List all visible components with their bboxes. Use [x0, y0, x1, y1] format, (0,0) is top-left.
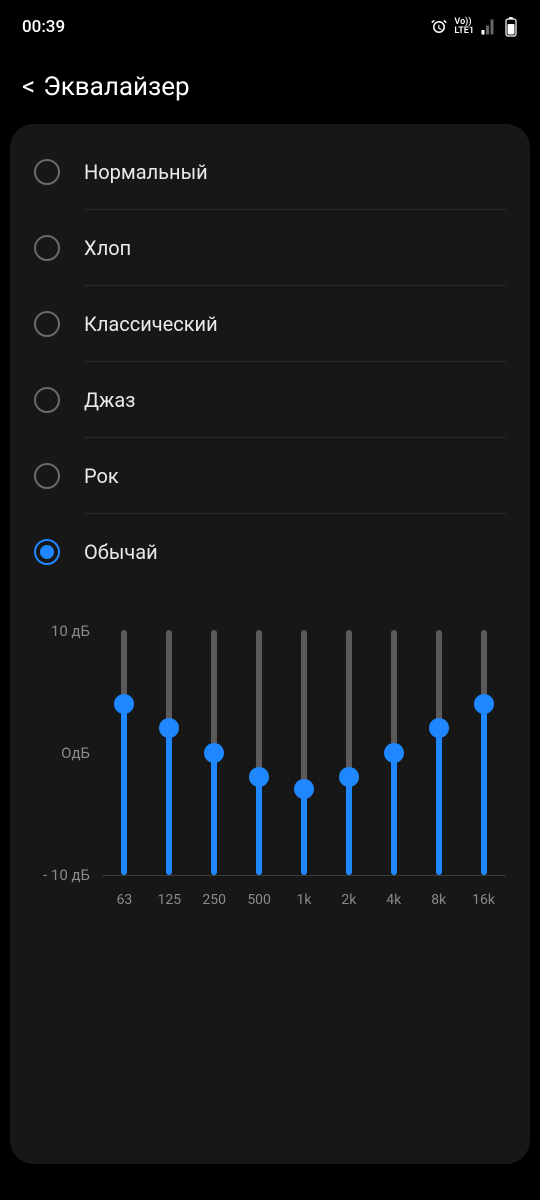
- alarm-icon: [430, 18, 448, 36]
- eq-x-axis-labels: 631252505001k2k4k8k16k: [102, 884, 506, 910]
- eq-xlabel-8k: 8k: [416, 884, 461, 910]
- eq-fill: [346, 777, 352, 875]
- eq-slider-63[interactable]: [102, 630, 147, 875]
- eq-slider-1k[interactable]: [282, 630, 327, 875]
- radio-icon: [34, 539, 60, 565]
- eq-track: [166, 630, 172, 875]
- eq-slider-250[interactable]: [192, 630, 237, 875]
- eq-fill: [166, 728, 172, 875]
- eq-slider-handle[interactable]: [429, 718, 449, 738]
- eq-slider-handle[interactable]: [384, 743, 404, 763]
- eq-track: [346, 630, 352, 875]
- eq-track: [391, 630, 397, 875]
- radio-icon: [34, 463, 60, 489]
- eq-fill: [301, 789, 307, 875]
- volte-indicator: Vo)) LTE1: [454, 18, 474, 36]
- eq-slider-handle[interactable]: [204, 743, 224, 763]
- preset-label: Нормальный: [84, 160, 208, 184]
- eq-slider-handle[interactable]: [249, 767, 269, 787]
- eq-slider-handle[interactable]: [339, 767, 359, 787]
- preset-item-0[interactable]: Нормальный: [10, 134, 530, 210]
- eq-slider-handle[interactable]: [159, 718, 179, 738]
- eq-y-axis-labels: 10 дБ OдБ - 10 дБ: [34, 630, 102, 876]
- status-time: 00:39: [22, 17, 65, 37]
- radio-icon: [34, 311, 60, 337]
- radio-icon: [34, 235, 60, 261]
- eq-slider-handle[interactable]: [474, 694, 494, 714]
- status-icons: Vo)) LTE1: [430, 17, 518, 37]
- eq-fill: [391, 753, 397, 876]
- back-button[interactable]: <: [22, 72, 35, 102]
- eq-xlabel-1k: 1k: [282, 884, 327, 910]
- preset-item-5[interactable]: Обычай: [10, 514, 530, 590]
- battery-icon: [504, 17, 518, 37]
- preset-item-1[interactable]: Хлоп: [10, 210, 530, 286]
- preset-list: Нормальный Хлоп Классический Джаз Рок Обычай: [10, 134, 530, 590]
- preset-item-2[interactable]: Классический: [10, 286, 530, 362]
- eq-xlabel-16k: 16k: [461, 884, 506, 910]
- equalizer-card: НормальныйХлопКлассическийДжазРокОбычай …: [10, 124, 530, 1164]
- eq-xlabel-125: 125: [147, 884, 192, 910]
- eq-fill: [256, 777, 262, 875]
- eq-slider-8k[interactable]: [416, 630, 461, 875]
- eq-fill: [121, 704, 127, 876]
- status-bar: 00:39 Vo)) LTE1: [0, 0, 540, 44]
- radio-icon: [34, 387, 60, 413]
- eq-xlabel-63: 63: [102, 884, 147, 910]
- eq-fill: [436, 728, 442, 875]
- eq-track: [436, 630, 442, 875]
- eq-xlabel-2k: 2k: [326, 884, 371, 910]
- eq-slider-125[interactable]: [147, 630, 192, 875]
- page-header: < Эквалайзер: [0, 44, 540, 116]
- eq-ylabel-max: 10 дБ: [51, 622, 90, 640]
- preset-label: Рок: [84, 464, 119, 488]
- eq-slider-handle[interactable]: [294, 779, 314, 799]
- eq-track: [211, 630, 217, 875]
- eq-slider-4k[interactable]: [371, 630, 416, 875]
- preset-label: Хлоп: [84, 236, 131, 260]
- eq-slider-500[interactable]: [237, 630, 282, 875]
- signal-icon: [480, 18, 498, 36]
- eq-plot-area: [102, 630, 506, 876]
- eq-track: [481, 630, 487, 875]
- eq-slider-handle[interactable]: [114, 694, 134, 714]
- eq-fill: [481, 704, 487, 876]
- eq-slider-2k[interactable]: [326, 630, 371, 875]
- preset-item-4[interactable]: Рок: [10, 438, 530, 514]
- eq-fill: [211, 753, 217, 876]
- eq-xlabel-250: 250: [192, 884, 237, 910]
- eq-track: [256, 630, 262, 875]
- eq-xlabel-500: 500: [237, 884, 282, 910]
- preset-label: Джаз: [84, 388, 135, 412]
- eq-ylabel-min: - 10 дБ: [43, 866, 90, 884]
- eq-xlabel-4k: 4k: [371, 884, 416, 910]
- preset-item-3[interactable]: Джаз: [10, 362, 530, 438]
- page-title: Эквалайзер: [43, 72, 189, 102]
- radio-icon: [34, 159, 60, 185]
- eq-slider-16k[interactable]: [461, 630, 506, 875]
- eq-track: [121, 630, 127, 875]
- equalizer-chart: 10 дБ OдБ - 10 дБ 631252505001k2k4k8k16k: [34, 630, 506, 910]
- eq-ylabel-zero: OдБ: [61, 744, 90, 762]
- preset-label: Классический: [84, 312, 218, 336]
- preset-label: Обычай: [84, 540, 158, 564]
- eq-track: [301, 630, 307, 875]
